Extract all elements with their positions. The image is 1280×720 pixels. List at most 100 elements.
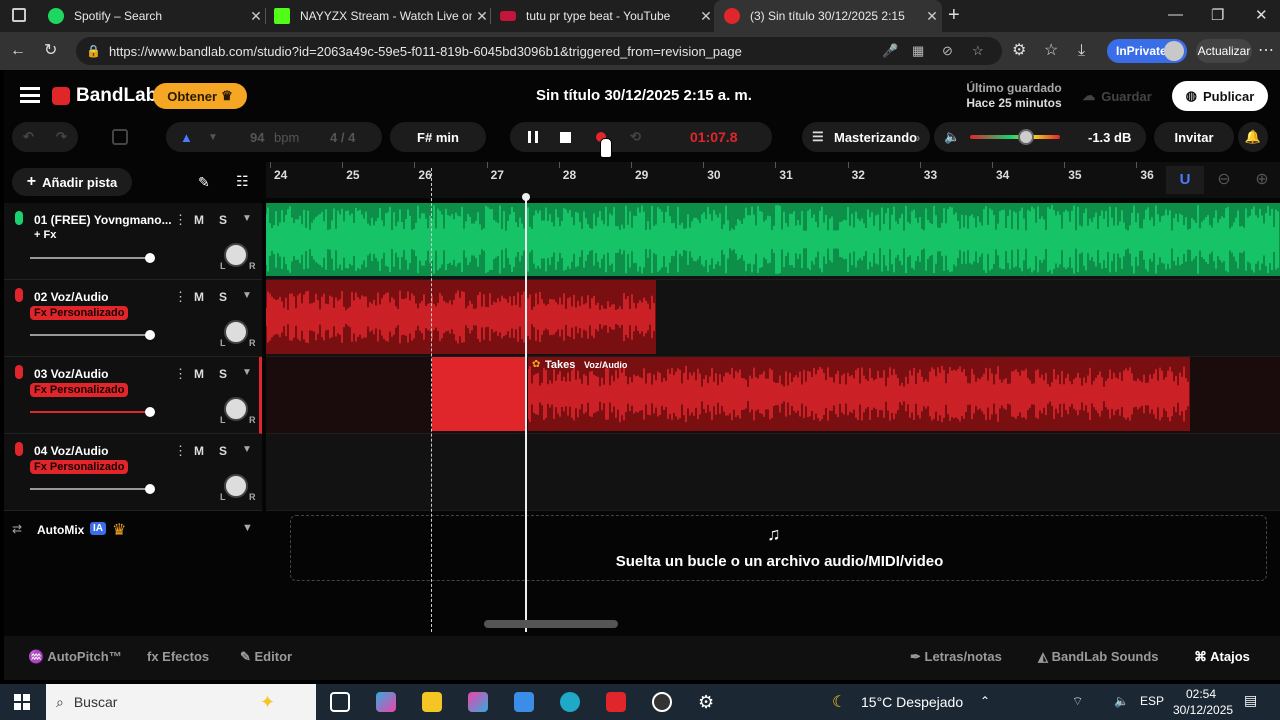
copilot-icon[interactable]: [376, 692, 396, 712]
wps-icon[interactable]: [606, 692, 626, 712]
metronome-dropdown-icon[interactable]: ▼: [208, 132, 218, 143]
track-volume-slider[interactable]: [30, 484, 155, 494]
clock-time[interactable]: 02:54: [1186, 687, 1216, 701]
mic-icon[interactable]: 🎤: [882, 43, 898, 59]
track-name[interactable]: 03 Voz/Audio: [34, 367, 108, 381]
speaker-icon[interactable]: 🔈: [944, 129, 960, 145]
taskbar-search[interactable]: ⌕ Buscar ✦: [46, 684, 316, 720]
bpm-value[interactable]: 94: [250, 130, 264, 145]
close-icon[interactable]: ✕: [696, 8, 716, 25]
zoom-out-icon[interactable]: ⊖: [1208, 166, 1240, 194]
mute-button[interactable]: M: [194, 213, 204, 227]
track-name[interactable]: 01 (FREE) Yovngmano...: [34, 213, 172, 227]
playhead[interactable]: [525, 197, 527, 632]
editor-button[interactable]: ✎ Editor: [240, 649, 292, 665]
add-fx-button[interactable]: + Fx: [34, 229, 56, 241]
close-icon[interactable]: ✕: [472, 8, 492, 25]
mic-icon[interactable]: [15, 211, 23, 225]
wrench-icon[interactable]: ✎: [198, 174, 210, 191]
audio-clip[interactable]: [266, 280, 656, 354]
bandlab-sounds-button[interactable]: ◭ BandLab Sounds: [1038, 649, 1159, 665]
mic-icon[interactable]: [15, 365, 23, 379]
recorded-clip[interactable]: [432, 357, 526, 431]
inprivate-badge[interactable]: InPrivate: [1107, 39, 1187, 63]
solo-button[interactable]: S: [219, 444, 227, 458]
atajos-button[interactable]: ⌘ Atajos: [1194, 649, 1250, 665]
mute-button[interactable]: M: [194, 367, 204, 381]
track-header-1[interactable]: 01 (FREE) Yovngmano... ⋮ M S ▼ + Fx L R: [4, 203, 262, 280]
time-signature[interactable]: 4 / 4: [330, 130, 355, 145]
restore-icon[interactable]: ❐: [1211, 6, 1224, 24]
address-bar[interactable]: 🔒 https://www.bandlab.com/studio?id=2063…: [76, 37, 1002, 65]
chevron-down-icon[interactable]: ▼: [242, 213, 252, 224]
mixer-view-icon[interactable]: [112, 129, 128, 145]
tab-kick[interactable]: NAYYZX Stream - Watch Live on K ✕: [264, 0, 492, 32]
pan-knob[interactable]: [224, 320, 248, 344]
loop-icon[interactable]: ⟲: [630, 129, 641, 145]
fx-badge[interactable]: Fx Personalizado: [30, 306, 129, 320]
track-volume-slider[interactable]: [30, 253, 155, 263]
weather-text[interactable]: 15°C Despejado: [861, 694, 963, 710]
track-lane-2[interactable]: [266, 280, 1280, 357]
downloads-icon[interactable]: ⤓: [1078, 41, 1085, 61]
track-volume-knob[interactable]: [144, 407, 155, 417]
loop-marker[interactable]: [431, 168, 432, 632]
efectos-button[interactable]: fx Efectos: [147, 649, 209, 664]
track-header-3[interactable]: 03 Voz/Audio ⋮ M S ▼ Fx Personalizado L R: [4, 357, 262, 434]
more-options-icon[interactable]: ⋮: [174, 443, 187, 459]
track-settings-icon[interactable]: ☷: [236, 173, 249, 190]
track-volume-slider[interactable]: [30, 330, 155, 340]
hamburger-menu-icon[interactable]: [20, 87, 40, 103]
settings-icon[interactable]: ⚙: [698, 692, 718, 712]
autopitch-button[interactable]: ♒ AutoPitch™: [28, 649, 122, 665]
add-track-button[interactable]: + Añadir pista: [12, 168, 132, 196]
publicar-button[interactable]: ◍ Publicar: [1172, 81, 1268, 111]
letras-button[interactable]: ✒ Letras/notas: [910, 649, 1002, 665]
takes-clip[interactable]: ✿ Takes Voz/Audio: [528, 357, 1190, 431]
solo-button[interactable]: S: [219, 367, 227, 381]
minimize-icon[interactable]: —: [1168, 6, 1183, 23]
tab-spotify[interactable]: Spotify – Search ✕: [38, 0, 266, 32]
bandlab-logo[interactable]: BandLab: [52, 85, 157, 107]
chevron-down-icon[interactable]: ▼: [242, 290, 252, 301]
more-options-icon[interactable]: ⋮: [174, 212, 187, 228]
stop-icon[interactable]: [560, 131, 571, 143]
audio-clip[interactable]: [266, 203, 1280, 276]
close-icon[interactable]: ✕: [922, 8, 942, 25]
volume-icon[interactable]: 🔈: [1114, 694, 1129, 708]
track-lane-3[interactable]: ✿ Takes Voz/Audio: [266, 357, 1280, 434]
solo-button[interactable]: S: [219, 213, 227, 227]
fx-badge[interactable]: Fx Personalizado: [30, 460, 129, 474]
invitar-button[interactable]: Invitar: [1154, 122, 1234, 152]
horizontal-scrollbar[interactable]: [484, 620, 618, 628]
update-button[interactable]: Actualizar: [1196, 39, 1252, 63]
chevron-down-icon[interactable]: ▼: [242, 444, 252, 455]
more-options-icon[interactable]: ⋮: [174, 366, 187, 382]
key-selector[interactable]: F# min: [390, 122, 486, 152]
tray-chevron-icon[interactable]: ⌃: [980, 694, 990, 708]
undo-icon[interactable]: ↶: [23, 129, 34, 145]
track-volume-slider[interactable]: [30, 407, 155, 417]
windows-start-icon[interactable]: [14, 694, 30, 710]
edge-icon[interactable]: [560, 692, 580, 712]
drop-zone[interactable]: ♫ Suelta un bucle o un archivo audio/MID…: [290, 515, 1267, 581]
pan-knob[interactable]: [224, 243, 248, 267]
more-menu-icon[interactable]: ⋯: [1258, 41, 1274, 61]
project-title[interactable]: Sin título 30/12/2025 2:15 a. m.: [536, 87, 752, 104]
track-volume-knob[interactable]: [144, 253, 155, 263]
tab-bandlab[interactable]: (3) Sin título 30/12/2025 2:15 ✕: [714, 0, 942, 32]
file-explorer-icon[interactable]: [422, 692, 442, 712]
solo-button[interactable]: S: [219, 290, 227, 304]
favorites-icon[interactable]: ☆: [1044, 41, 1058, 61]
track-header-4[interactable]: 04 Voz/Audio ⋮ M S ▼ Fx Personalizado L R: [4, 434, 262, 511]
extensions-icon[interactable]: ⚙: [1012, 41, 1026, 61]
obtener-button[interactable]: Obtener ♛: [153, 83, 247, 109]
notifications-bell[interactable]: 🔔: [1238, 122, 1268, 152]
pan-knob[interactable]: [224, 397, 248, 421]
track-volume-knob[interactable]: [144, 330, 155, 340]
track-lane-4[interactable]: [266, 434, 1280, 511]
metronome-icon[interactable]: ▲: [180, 130, 193, 145]
redo-icon[interactable]: ↷: [56, 129, 67, 145]
mute-button[interactable]: M: [194, 444, 204, 458]
guardar-button[interactable]: ☁ Guardar: [1072, 83, 1162, 109]
